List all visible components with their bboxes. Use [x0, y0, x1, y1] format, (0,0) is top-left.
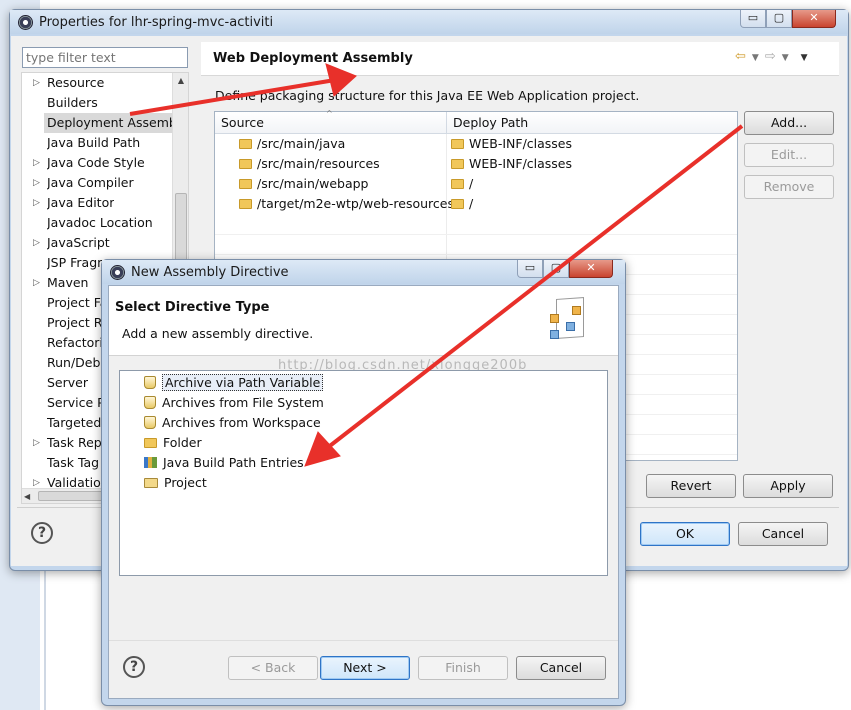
- annotation-arrows: [129, 63, 744, 467]
- arrow-to-deployment-assembly: [129, 78, 336, 116]
- arrowhead-1: [325, 63, 357, 97]
- arrowhead-2: [304, 431, 341, 467]
- arrow-to-build-path-entries: [320, 124, 744, 454]
